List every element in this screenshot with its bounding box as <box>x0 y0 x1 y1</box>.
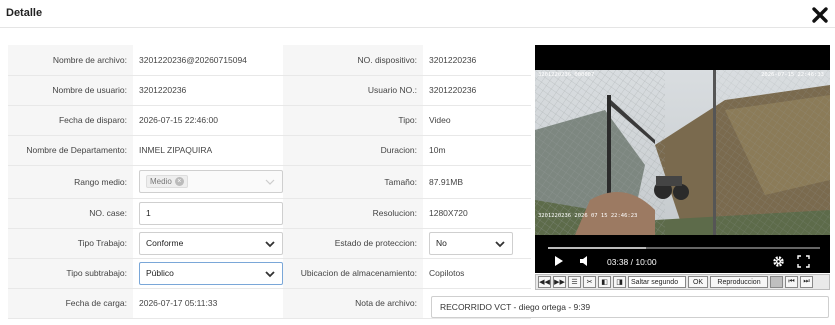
time-display: 03:38 / 10:00 <box>607 257 657 267</box>
form-row: NO. case: 1 Resolucion: 1280X720 <box>8 198 531 229</box>
type-label: Tipo: <box>283 105 423 136</box>
file-note-label: Nota de archivo: <box>283 288 423 319</box>
progress-bar[interactable] <box>548 247 820 249</box>
rewind-icon[interactable]: ◀◀ <box>538 276 551 288</box>
form-row: Rango medio: Medio × Tamaño: 87.91MB <box>8 165 531 199</box>
trigger-date-label: Fecha de disparo: <box>8 105 133 136</box>
size-value: 87.91MB <box>423 165 531 199</box>
upload-date-label: Fecha de carga: <box>8 288 133 319</box>
gear-icon[interactable] <box>772 255 785 268</box>
osd-top-left: 3201220236_000007 <box>538 72 595 78</box>
resolution-label: Resolucion: <box>283 198 423 229</box>
media-range-chip: Medio × <box>146 175 188 188</box>
chip-remove-icon: × <box>174 177 184 186</box>
skip-start-icon[interactable]: ⏮ <box>785 276 798 288</box>
file-name-value: 3201220236@20260715094 <box>133 45 283 76</box>
work-type-label: Tipo Trabajo: <box>8 228 133 259</box>
work-type-value: Conforme <box>146 238 184 248</box>
department-value: INMEL ZIPAQUIRA <box>133 135 283 166</box>
case-no-input[interactable]: 1 <box>139 201 283 225</box>
video-player[interactable]: 3201220236_000007 2026-07-15 22:46:33 32… <box>535 45 830 273</box>
user-name-label: Nombre de usuario: <box>8 75 133 106</box>
detail-form: Nombre de archivo: 3201220236@2026071509… <box>8 45 531 319</box>
storage-location-value: Copilotos <box>423 258 531 289</box>
form-row: Tipo subtrabajo: Público Ubicacion de al… <box>8 258 531 289</box>
form-row: Tipo Trabajo: Conforme Estado de protecc… <box>8 228 531 259</box>
playback-toolbar: ◀◀ ▶▶ ☰ ✂ ◧ ◨ Saltar segundo OK Reproduc… <box>535 274 830 290</box>
user-no-label: Usuario NO.: <box>283 75 423 106</box>
department-label: Nombre de Departamento: <box>8 135 133 166</box>
subwork-type-value: Público <box>146 268 174 278</box>
close-x-icon[interactable] <box>811 6 829 24</box>
frame-back-icon[interactable]: ◧ <box>598 276 611 288</box>
fullscreen-icon[interactable] <box>797 255 810 268</box>
subwork-type-select[interactable]: Público <box>139 261 283 285</box>
progress-fill <box>548 247 646 249</box>
duration-label: Duracion: <box>283 135 423 166</box>
play-icon[interactable] <box>554 255 564 267</box>
frame-forward-icon[interactable]: ◨ <box>613 276 626 288</box>
protection-status-value: No <box>436 238 447 248</box>
chevron-down-icon <box>265 240 275 247</box>
media-range-label: Rango medio: <box>8 165 133 199</box>
media-range-chip-label: Medio <box>150 177 172 186</box>
chevron-down-icon <box>265 270 275 277</box>
upload-date-value: 2026-07-17 05:11:33 <box>133 288 283 319</box>
type-value: Video <box>423 105 531 136</box>
dialog-header: Detalle <box>0 0 835 28</box>
device-no-label: NO. dispositivo: <box>283 45 423 76</box>
volume-icon[interactable] <box>579 255 591 267</box>
resolution-value: 1280X720 <box>423 198 531 229</box>
osd-top-right: 2026-07-15 22:46:33 <box>761 72 824 78</box>
protection-status-select[interactable]: No <box>429 231 513 255</box>
device-no-value: 3201220236 <box>423 45 531 76</box>
form-row: Fecha de disparo: 2026-07-15 22:46:00 Ti… <box>8 105 531 136</box>
chevron-down-icon <box>495 240 505 247</box>
fast-forward-icon[interactable]: ▶▶ <box>553 276 566 288</box>
subwork-type-label: Tipo subtrabajo: <box>8 258 133 289</box>
media-range-select[interactable]: Medio × <box>139 170 283 193</box>
protection-status-label: Estado de proteccion: <box>283 228 423 259</box>
file-note-input[interactable]: RECORRIDO VCT - diego ortega - 9:39 <box>431 296 829 318</box>
user-name-value: 3201220236 <box>133 75 283 106</box>
trigger-date-value: 2026-07-15 22:46:00 <box>133 105 283 136</box>
osd-bottom-left: 3201220236 2026 07 15 22:46:23 <box>538 213 638 219</box>
ok-button[interactable]: OK <box>688 276 708 288</box>
jump-seconds-input[interactable]: Saltar segundo <box>628 276 686 288</box>
form-row: Nombre de Departamento: INMEL ZIPAQUIRA … <box>8 135 531 166</box>
form-row: Nombre de usuario: 3201220236 Usuario NO… <box>8 75 531 106</box>
video-controls: 03:38 / 10:00 <box>535 240 830 273</box>
video-frame <box>535 70 830 235</box>
list-icon[interactable]: ☰ <box>568 276 581 288</box>
storage-location-label: Ubicacion de almacenamiento: <box>283 258 423 289</box>
form-row: Nombre de archivo: 3201220236@2026071509… <box>8 45 531 76</box>
duration-value: 10m <box>423 135 531 166</box>
playback-button[interactable]: Reproduccion <box>710 276 768 288</box>
scissors-icon[interactable]: ✂ <box>583 276 596 288</box>
dialog-title: Detalle <box>6 7 43 19</box>
chevron-down-icon <box>265 179 275 185</box>
work-type-select[interactable]: Conforme <box>139 231 283 255</box>
case-no-label: NO. case: <box>8 198 133 229</box>
size-label: Tamaño: <box>283 165 423 199</box>
file-name-label: Nombre de archivo: <box>8 45 133 76</box>
user-no-value: 3201220236 <box>423 75 531 106</box>
slider-handle[interactable] <box>770 276 783 288</box>
skip-end-icon[interactable]: ⏭ <box>800 276 813 288</box>
